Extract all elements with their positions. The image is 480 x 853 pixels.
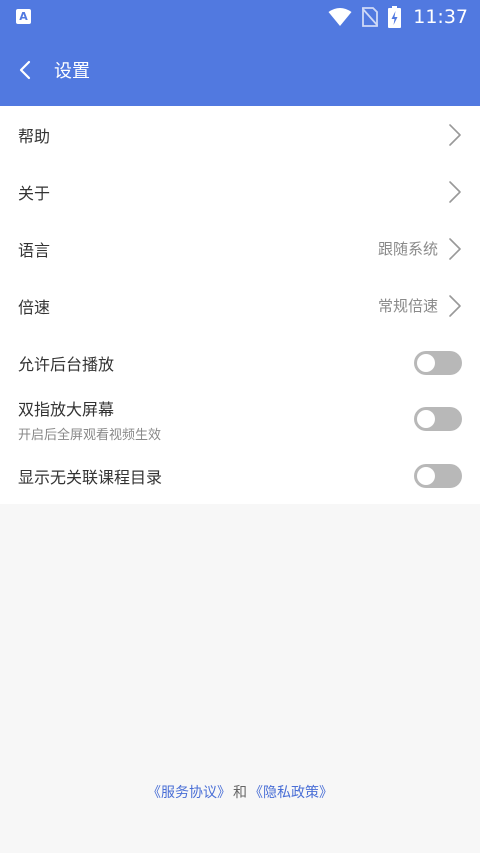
footer-and-text: 和 — [233, 785, 247, 801]
settings-item-label: 允许后台播放 — [18, 354, 115, 374]
settings-item-language[interactable]: 语言 跟随系统 — [0, 220, 480, 277]
service-agreement-link[interactable]: 《服务协议》 — [147, 785, 231, 801]
settings-item-help[interactable]: 帮助 — [0, 106, 480, 163]
double-finger-zoom-toggle[interactable] — [414, 407, 462, 431]
chevron-right-icon — [449, 294, 461, 317]
back-button[interactable] — [0, 33, 50, 106]
no-sim-icon — [362, 6, 379, 27]
chevron-left-icon — [19, 60, 31, 79]
settings-item-label: 显示无关联课程目录 — [18, 467, 163, 487]
page-title: 设置 — [54, 60, 90, 82]
wifi-icon — [328, 7, 352, 26]
battery-charging-icon — [388, 5, 402, 28]
settings-item-label: 倍速 — [18, 297, 51, 317]
language-value: 跟随系统 — [377, 240, 438, 258]
speed-value: 常规倍速 — [377, 297, 438, 315]
privacy-policy-link[interactable]: 《隐私政策》 — [249, 785, 333, 801]
settings-item-label: 双指放大屏幕 — [18, 399, 115, 419]
settings-item-about[interactable]: 关于 — [0, 163, 480, 220]
chevron-right-icon — [449, 237, 461, 260]
status-bar: A 11:37 — [0, 0, 480, 33]
app-bar: 设置 — [0, 33, 480, 106]
toggle-knob — [417, 410, 435, 428]
clock: 11:37 — [413, 5, 468, 28]
notification-app-icon: A — [16, 9, 31, 24]
chevron-right-icon — [449, 123, 461, 146]
settings-list: 帮助 关于 语言 跟随系统 倍速 常规倍速 允许后台播放 双指放大屏幕 开启后全… — [0, 106, 480, 504]
settings-item-double-finger-zoom: 双指放大屏幕 开启后全屏观看视频生效 — [0, 391, 480, 447]
settings-item-background-play: 允许后台播放 — [0, 334, 480, 391]
show-unrelated-catalog-toggle[interactable] — [414, 463, 462, 488]
toggle-knob — [417, 466, 435, 485]
settings-item-label: 语言 — [18, 240, 51, 260]
background-play-toggle[interactable] — [414, 350, 462, 375]
footer-links: 《服务协议》和《隐私政策》 — [0, 782, 480, 802]
settings-item-label: 帮助 — [18, 126, 51, 146]
settings-item-label: 关于 — [18, 183, 51, 203]
settings-item-speed[interactable]: 倍速 常规倍速 — [0, 277, 480, 334]
settings-item-description: 开启后全屏观看视频生效 — [18, 427, 162, 443]
settings-item-show-unrelated-catalog: 显示无关联课程目录 — [0, 447, 480, 504]
toggle-knob — [417, 353, 435, 372]
chevron-right-icon — [449, 180, 461, 203]
